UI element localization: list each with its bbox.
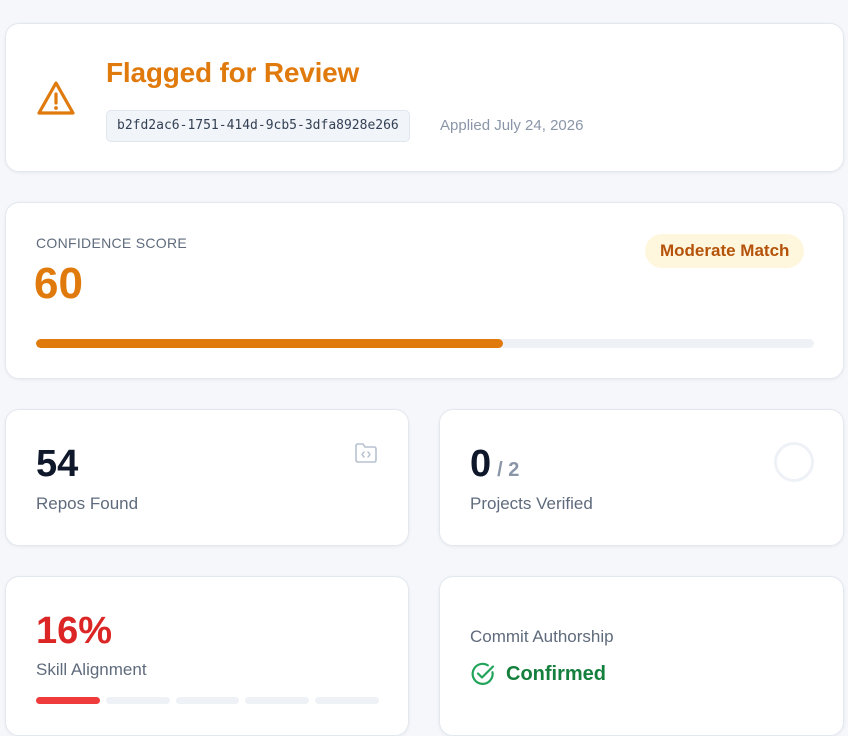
commit-authorship-card: Commit Authorship Confirmed: [439, 576, 844, 736]
projects-total: / 2: [497, 459, 520, 481]
skill-segment: [175, 697, 240, 704]
confidence-progress-fill: [36, 339, 503, 348]
confidence-score: 60: [34, 259, 83, 308]
skill-segment: [36, 697, 100, 704]
skill-label: Skill Alignment: [36, 660, 147, 679]
applied-date: Applied July 24, 2026: [440, 117, 584, 134]
status-card: Flagged for Review b2fd2ac6-1751-414d-9c…: [5, 23, 844, 172]
check-circle-icon: [471, 662, 495, 685]
status-title: Flagged for Review: [106, 57, 360, 88]
application-id-badge[interactable]: b2fd2ac6-1751-414d-9cb5-3dfa8928e266: [106, 110, 410, 142]
skill-segment: [245, 697, 310, 704]
progress-ring-icon: [774, 442, 814, 482]
projects-verified-value: 0: [470, 443, 492, 485]
confidence-progress-bar: [36, 339, 814, 348]
confidence-score-card: CONFIDENCE SCORE 60 Moderate Match: [5, 202, 844, 379]
projects-label: Projects Verified: [470, 494, 593, 513]
skill-alignment-card: 16% Skill Alignment: [5, 576, 409, 736]
commit-status-text: Confirmed: [506, 662, 606, 685]
repos-count: 54: [36, 443, 79, 485]
skill-segment: [105, 697, 170, 704]
match-badge: Moderate Match: [645, 234, 805, 268]
folder-code-icon: [355, 443, 377, 463]
skill-percent: 16%: [36, 610, 113, 652]
commit-status: Confirmed: [470, 661, 606, 687]
repos-found-card: 54 Repos Found: [5, 409, 409, 546]
skill-segment-bar: [36, 697, 379, 704]
confidence-label: CONFIDENCE SCORE: [36, 235, 188, 251]
skill-segment: [315, 697, 379, 704]
projects-verified-card: 0/ 2 Projects Verified: [439, 409, 844, 546]
warning-triangle-icon: [37, 81, 75, 115]
projects-count: 0/ 2: [470, 443, 519, 486]
commit-label: Commit Authorship: [470, 627, 614, 646]
repos-label: Repos Found: [36, 494, 139, 513]
